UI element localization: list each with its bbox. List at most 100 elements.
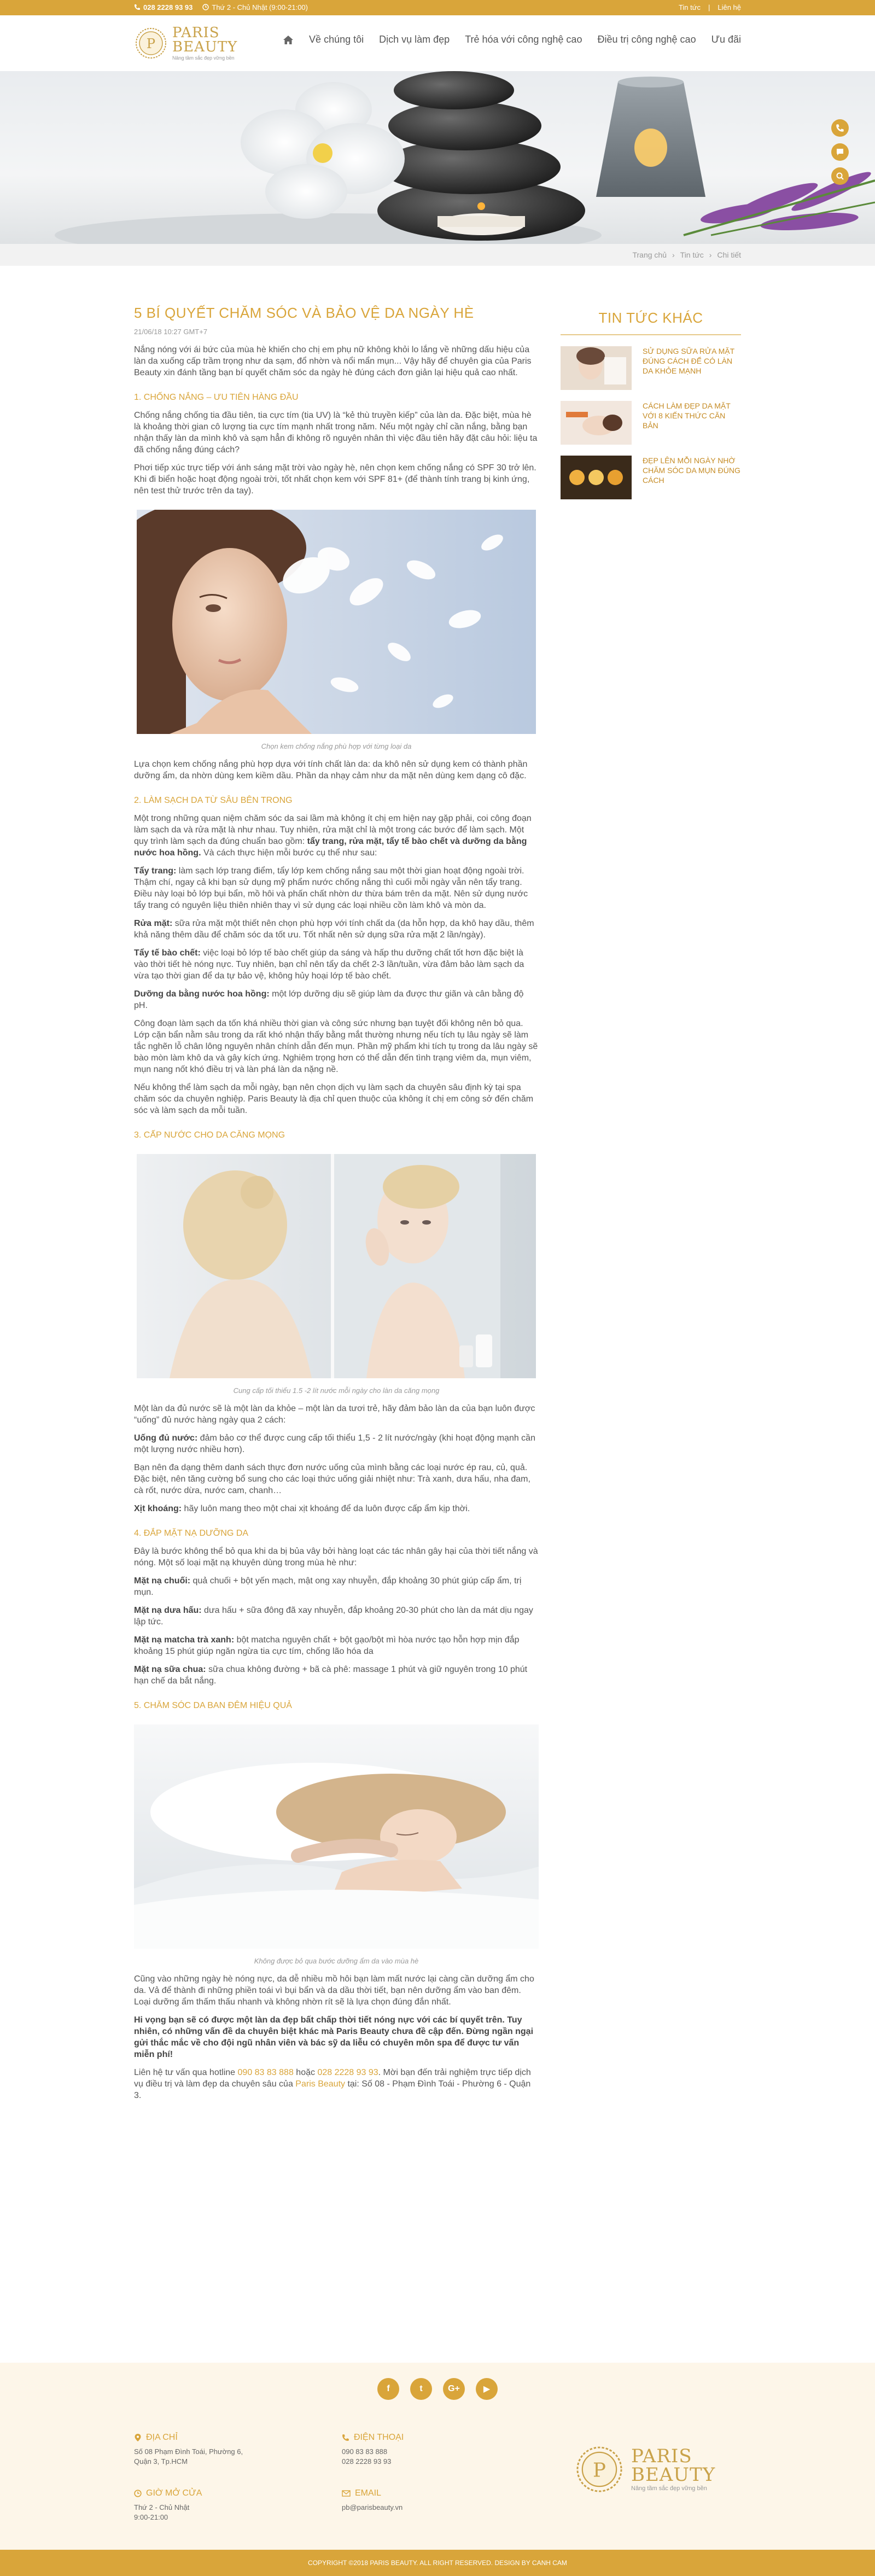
- copyright-bar: COPYRIGHT ©2018 PARIS BEAUTY. ALL RIGHT …: [0, 2550, 875, 2576]
- news-thumbnail: [561, 401, 632, 445]
- news-title[interactable]: SỬ DỤNG SỮA RỬA MẶT ĐÚNG CÁCH ĐỂ CÓ LÀN …: [643, 346, 741, 390]
- divider: [561, 334, 741, 335]
- section-2-paragraph: Công đoạn làm sạch da tốn khá nhiều thời…: [134, 1019, 538, 1074]
- news-item[interactable]: SỬ DỤNG SỮA RỬA MẶT ĐÚNG CÁCH ĐỂ CÓ LÀN …: [561, 346, 741, 390]
- email-icon: [342, 2490, 351, 2497]
- google-plus-icon[interactable]: G+: [443, 2378, 465, 2400]
- opening-hours: Thứ 2 - Chủ Nhật (9:00-21:00): [202, 3, 308, 11]
- breadcrumb-home[interactable]: Trang chủ: [632, 250, 667, 259]
- section-2-paragraph: Nếu không thể làm sạch da mỗi ngày, bạn …: [134, 1083, 534, 1115]
- section-2-paragraph: Một trong những quan niệm chăm sóc da sa…: [134, 814, 532, 858]
- section-4-paragraph: Mặt nạ dưa hấu: dưa hấu + sữa đông đã xa…: [134, 1606, 533, 1627]
- footer-email: EMAIL pb@parisbeauty.vn: [342, 2488, 506, 2513]
- section-5-paragraph: Cũng vào những ngày hè nóng nực, da dễ n…: [134, 1974, 534, 2007]
- breadcrumb-news[interactable]: Tin tức: [680, 250, 704, 259]
- section-2-paragraph: Rửa mặt: sữa rửa mặt một thiết nên chọn …: [134, 919, 534, 940]
- phone-icon: [342, 2434, 349, 2441]
- svg-text:P: P: [593, 2459, 606, 2481]
- hotline-link[interactable]: 028 2228 93 93: [317, 2068, 378, 2077]
- floating-chat-button[interactable]: [831, 143, 849, 161]
- brand-link[interactable]: Paris Beauty: [295, 2079, 345, 2089]
- breadcrumb: Trang chủ › Tin tức › Chi tiết: [0, 244, 875, 266]
- logo-line-2: BEAUTY: [172, 39, 238, 55]
- nav-about[interactable]: Về chúng tôi: [309, 34, 364, 45]
- youtube-icon[interactable]: ▶: [476, 2378, 498, 2400]
- news-thumbnail: [561, 346, 632, 390]
- article-intro: Nắng nóng với ái bức của mùa hè khiến ch…: [134, 345, 532, 377]
- phone-number[interactable]: 028 2228 93 93: [342, 2457, 506, 2467]
- article-title: 5 BÍ QUYẾT CHĂM SÓC VÀ BẢO VỆ DA NGÀY HÈ: [134, 305, 474, 321]
- search-icon: [836, 172, 844, 180]
- phone-number[interactable]: 090 83 83 888: [342, 2447, 506, 2457]
- floating-search-button[interactable]: [831, 167, 849, 185]
- section-1-heading: 1. CHỐNG NẮNG – ƯU TIÊN HÀNG ĐẦU: [134, 393, 299, 402]
- section-3-heading: 3. CẤP NƯỚC CHO DA CĂNG MỌNG: [134, 1130, 285, 1140]
- hero-banner: [0, 71, 875, 244]
- section-2-paragraph: Tẩy tế bào chết: việc loại bỏ lớp tế bào…: [134, 948, 524, 981]
- section-1-paragraph: Lựa chọn kem chống nắng phù hợp dựa với …: [134, 760, 528, 780]
- logo-emblem-icon: P: [576, 2446, 622, 2492]
- section-3-paragraph: Xịt khoáng: hãy luôn mang theo một chai …: [134, 1504, 470, 1513]
- article-date: 21/06/18 10:27 GMT+7: [134, 328, 208, 336]
- facebook-icon[interactable]: f: [377, 2378, 399, 2400]
- section-4-paragraph: Mặt nạ sữa chua: sữa chua không đường + …: [134, 1665, 528, 1686]
- section-2-paragraph: Dưỡng da bằng nước hoa hồng: một lớp dưỡ…: [134, 989, 524, 1010]
- chat-icon: [837, 149, 843, 155]
- footer-phone: ĐIỆN THOẠI 090 83 83 888 028 2228 93 93: [342, 2433, 506, 2467]
- image-caption: Cung cấp tối thiểu 1.5 -2 lít nước mỗi n…: [233, 1386, 440, 1395]
- section-5-contact: Liên hệ tư vấn qua hotline 090 83 83 888…: [134, 2068, 531, 2100]
- hotline-link[interactable]: 090 83 83 888: [238, 2068, 294, 2077]
- section-5-heading: 5. CHĂM SÓC DA BAN ĐÊM HIỆU QUẢ: [134, 1701, 292, 1710]
- woman-sunscreen-image: [137, 510, 536, 734]
- section-2-heading: 2. LÀM SẠCH DA TỪ SÂU BÊN TRONG: [134, 796, 293, 805]
- email-link[interactable]: pb@parisbeauty.vn: [342, 2503, 506, 2513]
- section-4-paragraph: Mặt nạ matcha trà xanh: bột matcha nguyê…: [134, 1635, 520, 1656]
- main-nav: Về chúng tôi Dịch vụ làm đẹp Trẻ hóa với…: [283, 34, 741, 45]
- nav-treatment[interactable]: Điều trị công nghệ cao: [597, 34, 696, 45]
- clock-icon: [202, 4, 209, 10]
- section-1-paragraph: Chống nắng chống tia đầu tiên, tia cực t…: [134, 411, 538, 454]
- news-item[interactable]: ĐẸP LÊN MỖI NGÀY NHỜ CHĂM SÓC DA MỤN ĐÚN…: [561, 456, 741, 499]
- logo-line-1: PARIS: [172, 25, 220, 41]
- section-3-paragraph: Một làn da đủ nước sẽ là một làn da khỏe…: [134, 1404, 535, 1425]
- hotline[interactable]: 028 2228 93 93: [134, 3, 192, 11]
- section-5-callout: Hi vọng bạn sẽ có được một làn da đẹp bấ…: [134, 2015, 534, 2059]
- section-3-paragraph: Uống đủ nước: đảm bảo cơ thể được cung c…: [134, 1433, 535, 1454]
- address-text: Số 08 Phạm Đình Toái, Phường 6, Quận 3, …: [134, 2447, 243, 2466]
- location-pin-icon: [135, 2434, 141, 2441]
- spa-stones-image: [55, 71, 875, 244]
- logo-emblem-icon: P: [136, 28, 166, 59]
- topbar-link-contact[interactable]: Liên hệ: [718, 3, 741, 11]
- news-title[interactable]: ĐẸP LÊN MỖI NGÀY NHỜ CHĂM SÓC DA MỤN ĐÚN…: [643, 456, 741, 499]
- section-1-paragraph: Phơi tiếp xúc trực tiếp với ánh sáng mặt…: [134, 463, 536, 496]
- nav-rejuvenation[interactable]: Trẻ hóa với công nghệ cao: [465, 34, 582, 45]
- social-links: f t G+ ▶: [0, 2378, 875, 2400]
- twitter-icon[interactable]: t: [410, 2378, 432, 2400]
- floating-phone-button[interactable]: [831, 119, 849, 137]
- nav-beauty-services[interactable]: Dịch vụ làm đẹp: [379, 34, 450, 45]
- news-thumbnail: [561, 456, 632, 499]
- svg-text:P: P: [147, 36, 155, 51]
- woman-sleeping-image: [134, 1724, 539, 1949]
- home-icon[interactable]: [283, 35, 294, 45]
- footer-address: ĐỊA CHỈ Số 08 Phạm Đình Toái, Phường 6, …: [134, 2433, 243, 2466]
- phone-icon: [135, 4, 140, 10]
- phone-icon: [836, 124, 844, 132]
- site-logo[interactable]: P PARIS BEAUTY Nâng tầm sắc đẹp vững bền: [134, 23, 243, 63]
- image-caption: Chọn kem chống nắng phù hợp với từng loạ…: [261, 742, 412, 750]
- news-item[interactable]: CÁCH LÀM ĐẸP DA MẶT VỚI 8 KIẾN THỨC CĂN …: [561, 401, 741, 445]
- image-caption: Không được bỏ qua bước dưỡng ẩm da vào m…: [254, 1957, 419, 1965]
- section-4-paragraph: Đây là bước không thể bỏ qua khi da bị b…: [134, 1547, 538, 1567]
- topbar-link-news[interactable]: Tin tức: [679, 3, 701, 11]
- breadcrumb-current: Chi tiết: [717, 250, 741, 259]
- nav-offers[interactable]: Ưu đãi: [711, 34, 741, 45]
- site-header: P PARIS BEAUTY Nâng tầm sắc đẹp vững bền…: [0, 15, 875, 71]
- logo-tagline: Nâng tầm sắc đẹp vững bền: [172, 55, 235, 61]
- footer-hours: GIỜ MỞ CỬA Thứ 2 - Chủ Nhật 9:00-21:00: [134, 2488, 202, 2521]
- clock-icon: [134, 2490, 142, 2497]
- section-2-paragraph: Tẩy trang: làm sạch lớp trang điểm, tẩy …: [134, 866, 528, 910]
- site-footer: f t G+ ▶ ĐỊA CHỈ Số 08 Phạm Đình Toái, P…: [0, 2363, 875, 2550]
- news-title[interactable]: CÁCH LÀM ĐẸP DA MẶT VỚI 8 KIẾN THỨC CĂN …: [643, 401, 741, 445]
- section-4-paragraph: Mặt nạ chuối: quả chuối + bột yến mạch, …: [134, 1576, 522, 1597]
- footer-logo[interactable]: P PARIS BEAUTY Nâng tầm sắc đẹp vững bền: [574, 2439, 727, 2499]
